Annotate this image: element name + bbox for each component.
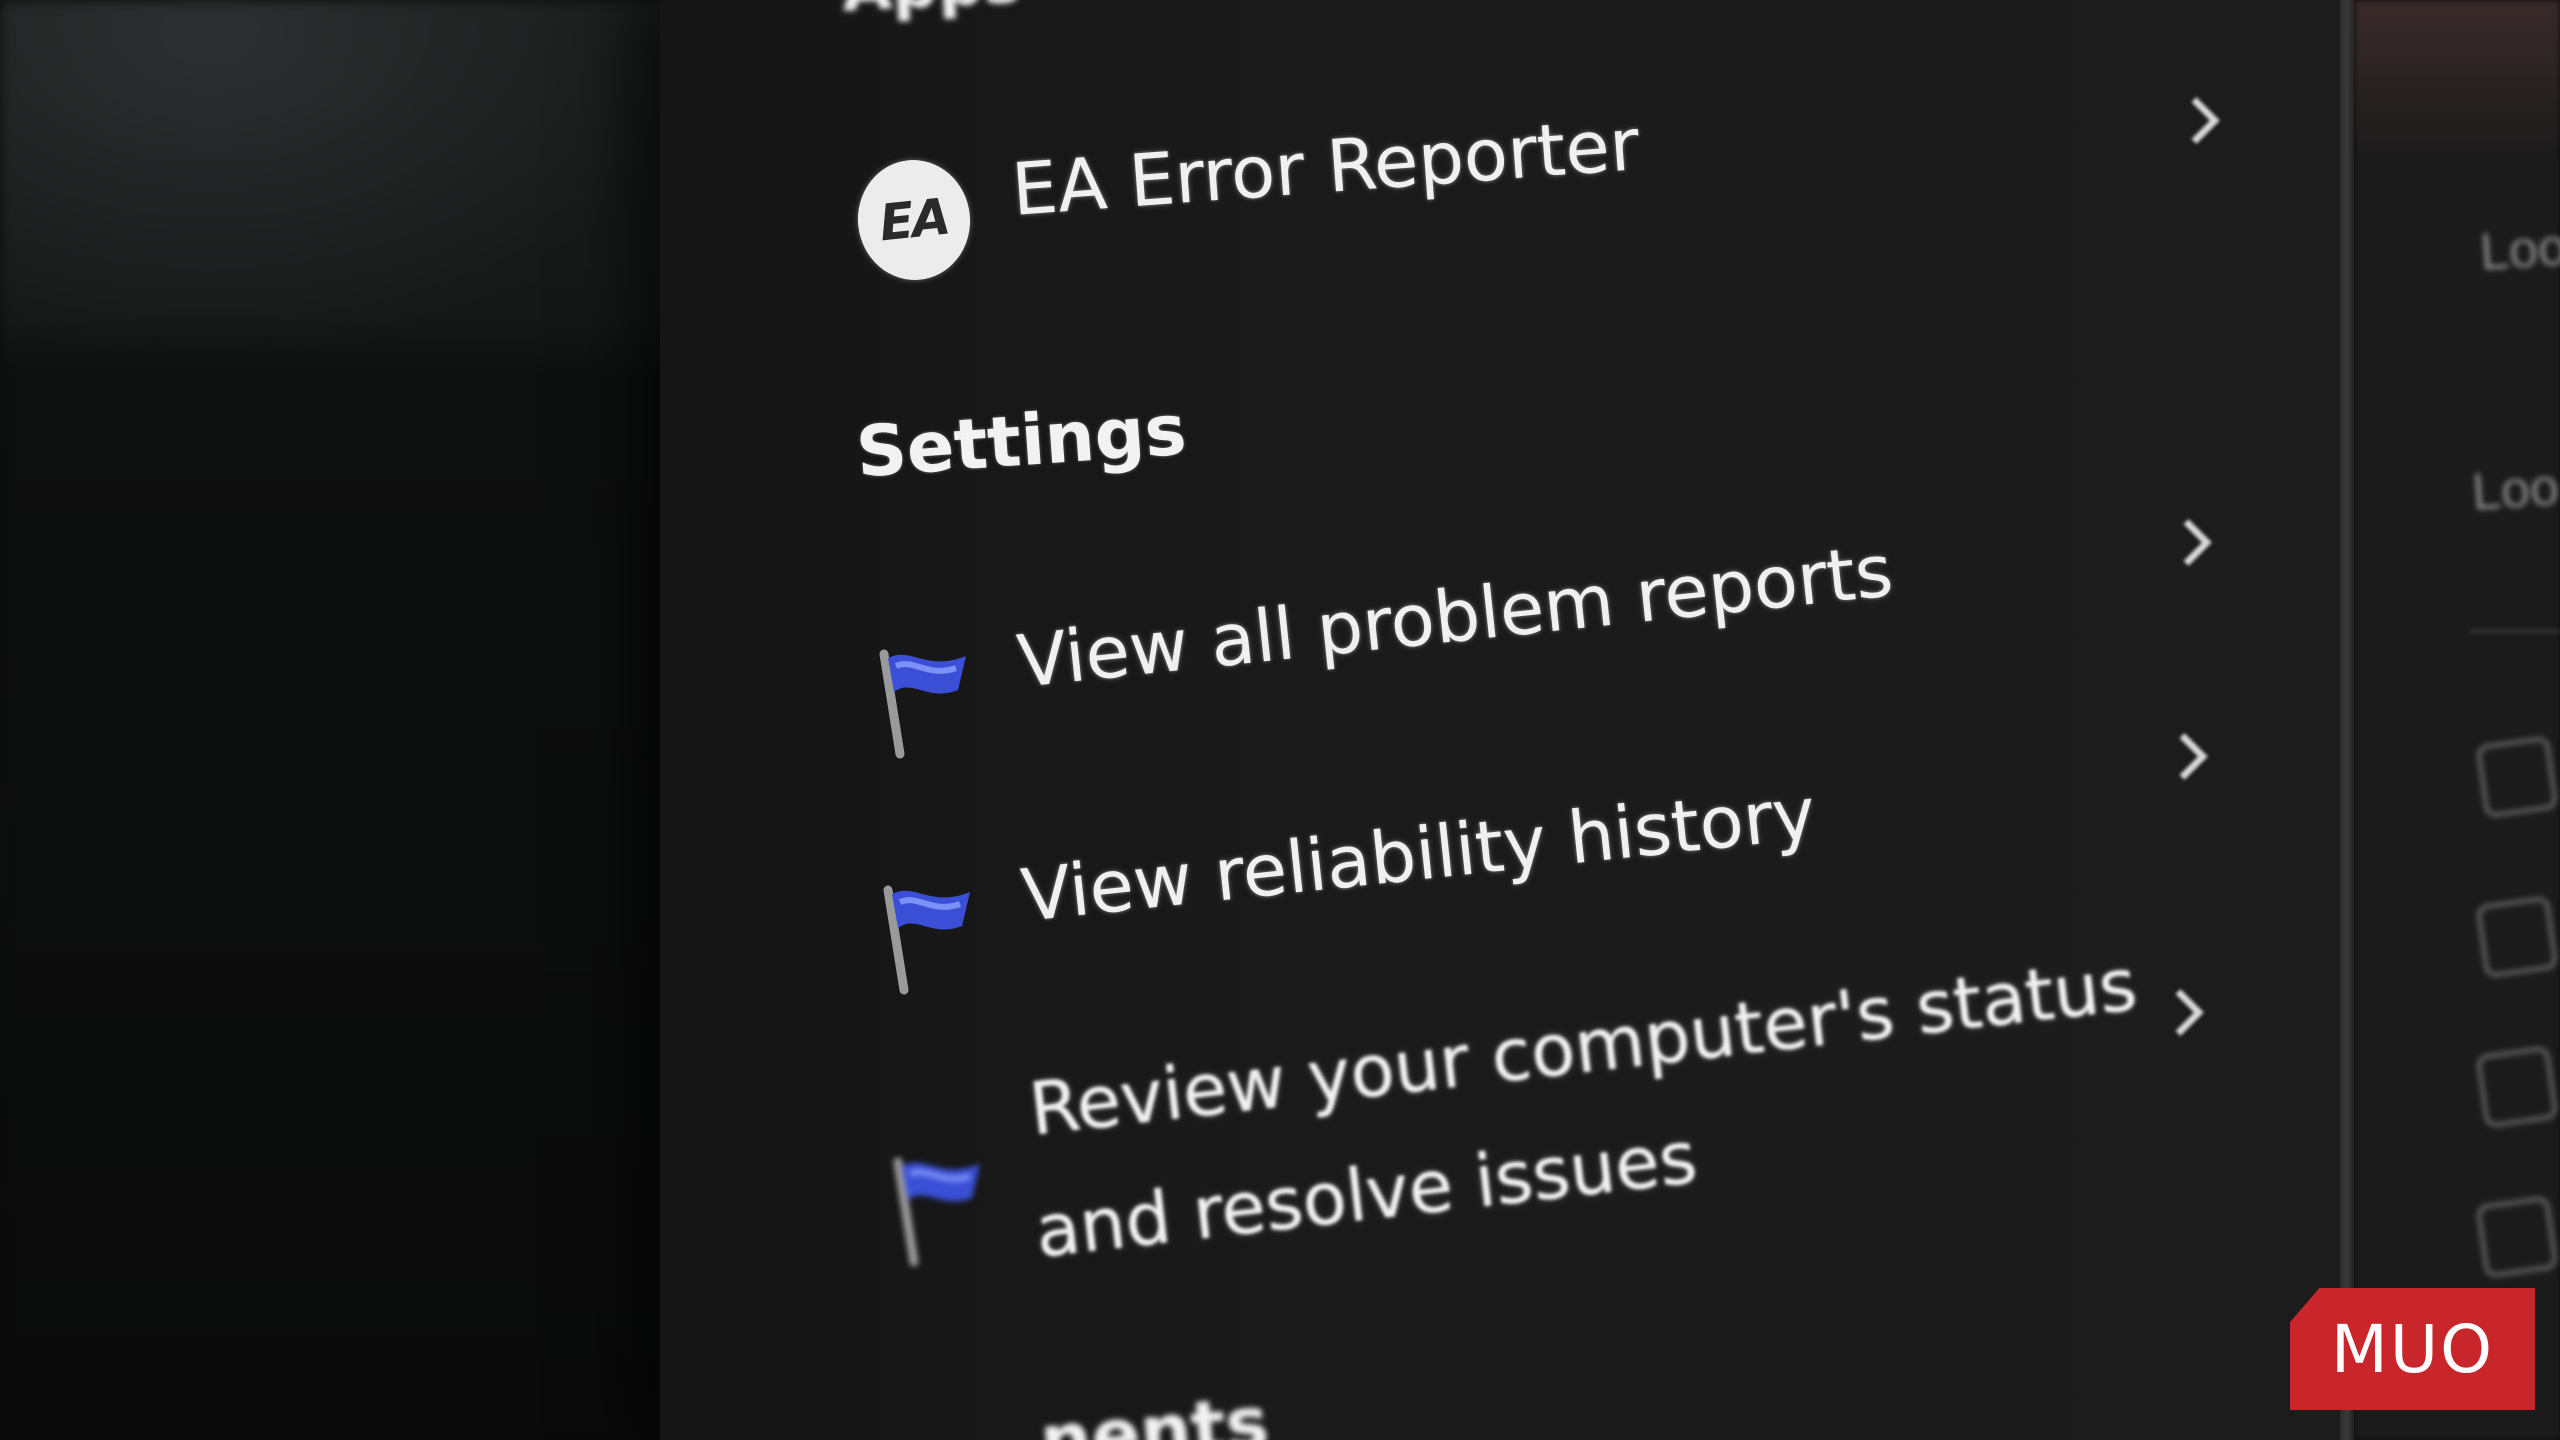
apps-section-heading: Apps xyxy=(840,0,1023,27)
chevron-right-icon[interactable] xyxy=(2161,733,2208,780)
result-item-label-line1: Review your computer's status xyxy=(1025,942,2141,1152)
muo-watermark-logo: MUO xyxy=(2290,1288,2535,1410)
settings-section-heading: Settings xyxy=(853,388,1189,494)
result-item-label: View reliability history xyxy=(1017,770,1820,938)
watermark-text: MUO xyxy=(2330,1310,2495,1388)
blue-flag-icon xyxy=(893,1157,980,1267)
ea-logo-text: EA xyxy=(876,187,952,253)
photo-of-search-panel: Loo Loo Apps EA EA Error Reporter Settin… xyxy=(0,0,2560,1440)
results-list: Apps EA EA Error Reporter Settings View … xyxy=(0,0,2560,1440)
result-item-label: View all problem reports xyxy=(1013,528,1897,704)
chevron-right-icon[interactable] xyxy=(2157,989,2204,1036)
chevron-right-icon[interactable] xyxy=(2173,97,2220,144)
ea-logo-icon: EA xyxy=(852,154,976,286)
documents-section-heading: nents xyxy=(1036,1380,1272,1440)
chevron-right-icon[interactable] xyxy=(2165,519,2212,566)
result-item-label: EA Error Reporter xyxy=(1008,102,1642,232)
blue-flag-icon xyxy=(883,885,970,995)
blue-flag-icon xyxy=(879,649,966,759)
